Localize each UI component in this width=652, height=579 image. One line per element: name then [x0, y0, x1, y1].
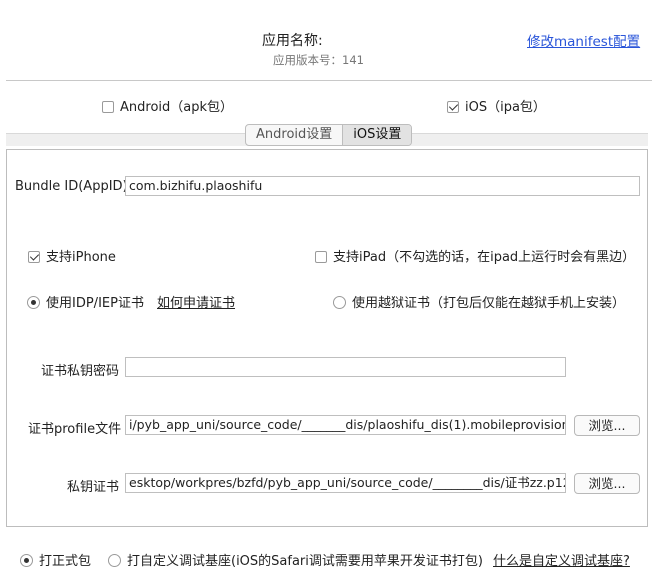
formal-build-option[interactable]: 打正式包 — [20, 550, 91, 569]
private-key-label: 私钥证书 — [67, 480, 120, 495]
browse-profile-button[interactable]: 浏览... — [574, 415, 640, 436]
android-checkbox[interactable] — [102, 101, 114, 113]
android-label: Android（apk包） — [120, 100, 234, 115]
custom-base-label: 打自定义调试基座(iOS的Safari调试需要用苹果开发证书打包) — [127, 554, 483, 569]
modify-manifest-link[interactable]: 修改manifest配置 — [527, 30, 640, 50]
app-name-label: 应用名称: — [262, 33, 323, 49]
cert-password-input[interactable] — [125, 357, 566, 377]
custom-base-radio[interactable] — [108, 554, 121, 567]
tab-android-settings[interactable]: Android设置 — [246, 125, 342, 145]
app-version: 应用版本号：141 — [273, 53, 364, 67]
use-idp-option[interactable]: 使用IDP/IEP证书 — [27, 292, 144, 311]
use-jailbreak-radio[interactable] — [333, 296, 346, 309]
ios-checkbox[interactable] — [447, 101, 459, 113]
formal-build-radio[interactable] — [20, 554, 33, 567]
bundle-id-label: Bundle ID(AppID) — [15, 179, 128, 194]
support-ipad-option[interactable]: 支持iPad（不勾选的话，在ipad上运行时会有黑边） — [315, 246, 635, 265]
cert-password-label: 证书私钥密码 — [41, 364, 120, 379]
support-iphone-option[interactable]: 支持iPhone — [28, 246, 116, 265]
support-iphone-checkbox[interactable] — [28, 251, 40, 263]
support-iphone-label: 支持iPhone — [46, 250, 116, 265]
browse-private-key-button[interactable]: 浏览... — [574, 473, 640, 494]
tab-ios-settings[interactable]: iOS设置 — [342, 125, 412, 145]
private-key-input[interactable]: esktop/workpres/bzfd/pyb_app_uni/source_… — [125, 473, 566, 493]
ios-settings-panel — [6, 149, 648, 527]
settings-tabs: Android设置 iOS设置 — [245, 124, 413, 146]
how-to-apply-cert-link[interactable]: 如何申请证书 — [157, 292, 235, 311]
android-platform-option[interactable]: Android（apk包） — [102, 96, 233, 115]
profile-file-input[interactable]: i/pyb_app_uni/source_code/_______dis/pla… — [125, 415, 566, 435]
support-ipad-checkbox[interactable] — [315, 251, 327, 263]
app-name: 应用名称: — [262, 30, 323, 50]
what-is-custom-base-link[interactable]: 什么是自定义调试基座? — [493, 550, 630, 569]
header-divider — [6, 80, 652, 81]
use-idp-label: 使用IDP/IEP证书 — [46, 296, 144, 311]
formal-build-label: 打正式包 — [39, 554, 92, 569]
custom-base-option[interactable]: 打自定义调试基座(iOS的Safari调试需要用苹果开发证书打包) — [108, 550, 483, 569]
ios-platform-option[interactable]: iOS（ipa包） — [447, 96, 546, 115]
bundle-id-input[interactable]: com.bizhifu.plaoshifu — [125, 176, 640, 196]
support-ipad-label: 支持iPad（不勾选的话，在ipad上运行时会有黑边） — [333, 250, 636, 265]
profile-file-label: 证书profile文件 — [28, 422, 122, 437]
use-jailbreak-label: 使用越狱证书（打包后仅能在越狱手机上安装） — [352, 296, 626, 311]
ios-label: iOS（ipa包） — [465, 100, 546, 115]
use-idp-radio[interactable] — [27, 296, 40, 309]
use-jailbreak-option[interactable]: 使用越狱证书（打包后仅能在越狱手机上安装） — [333, 292, 625, 311]
